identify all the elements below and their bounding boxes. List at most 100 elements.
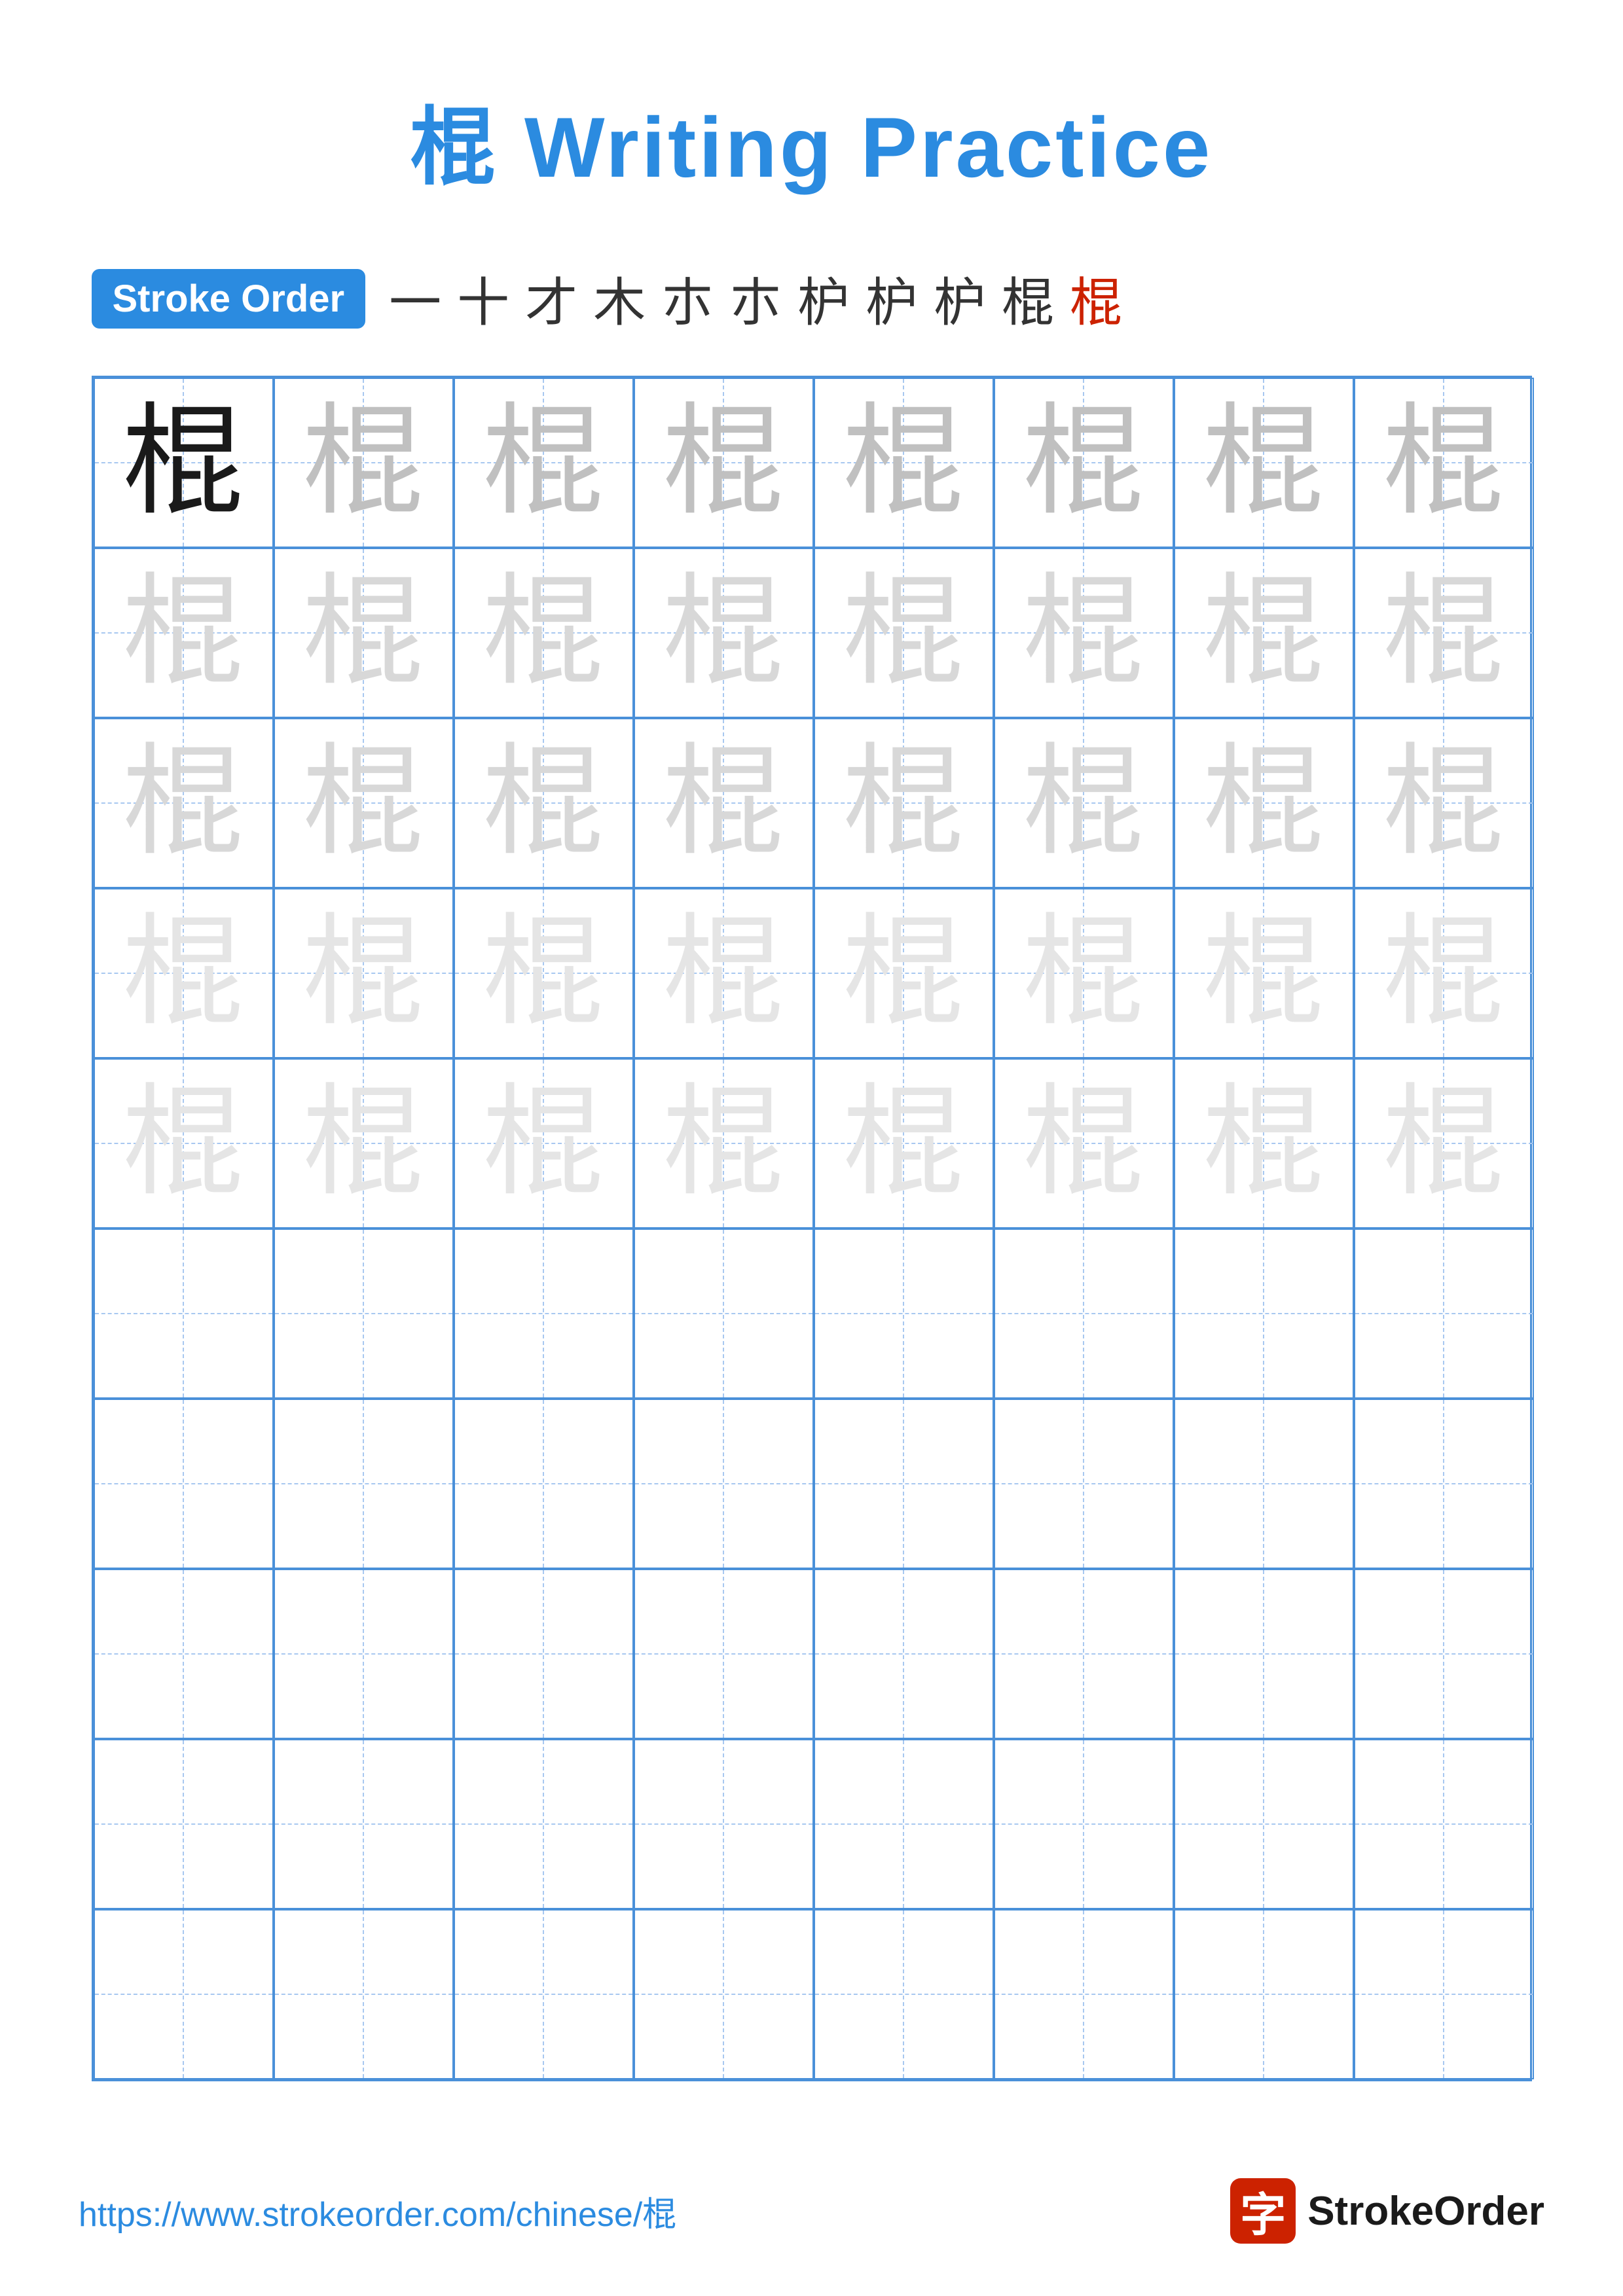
grid-cell-9-6[interactable] <box>1174 1909 1354 2079</box>
grid-cell-8-3[interactable] <box>634 1739 814 1909</box>
grid-cell-8-7[interactable] <box>1354 1739 1534 1909</box>
grid-cell-8-2[interactable] <box>454 1739 634 1909</box>
grid-row-7 <box>94 1569 1530 1739</box>
grid-cell-9-4[interactable] <box>814 1909 994 2079</box>
grid-cell-1-0[interactable]: 棍 <box>94 548 274 718</box>
cell-char-2-4: 棍 <box>843 743 964 864</box>
grid-cell-1-2[interactable]: 棍 <box>454 548 634 718</box>
cell-char-4-2: 棍 <box>483 1083 604 1204</box>
grid-cell-6-6[interactable] <box>1174 1399 1354 1569</box>
grid-cell-2-1[interactable]: 棍 <box>274 718 454 888</box>
grid-cell-4-7[interactable]: 棍 <box>1354 1058 1534 1229</box>
grid-cell-2-4[interactable]: 棍 <box>814 718 994 888</box>
grid-cell-7-6[interactable] <box>1174 1569 1354 1739</box>
grid-cell-1-6[interactable]: 棍 <box>1174 548 1354 718</box>
grid-cell-6-5[interactable] <box>994 1399 1174 1569</box>
grid-cell-8-4[interactable] <box>814 1739 994 1909</box>
grid-cell-2-2[interactable]: 棍 <box>454 718 634 888</box>
grid-cell-5-7[interactable] <box>1354 1229 1534 1399</box>
grid-cell-4-3[interactable]: 棍 <box>634 1058 814 1229</box>
grid-row-2: 棍棍棍棍棍棍棍棍 <box>94 718 1530 888</box>
grid-cell-6-7[interactable] <box>1354 1399 1534 1569</box>
grid-cell-2-5[interactable]: 棍 <box>994 718 1174 888</box>
grid-cell-1-5[interactable]: 棍 <box>994 548 1174 718</box>
grid-cell-8-6[interactable] <box>1174 1739 1354 1909</box>
grid-cell-0-1[interactable]: 棍 <box>274 378 454 548</box>
grid-cell-7-7[interactable] <box>1354 1569 1534 1739</box>
grid-cell-0-7[interactable]: 棍 <box>1354 378 1534 548</box>
cell-char-0-6: 棍 <box>1203 403 1324 524</box>
grid-cell-5-3[interactable] <box>634 1229 814 1399</box>
grid-cell-8-1[interactable] <box>274 1739 454 1909</box>
grid-cell-2-6[interactable]: 棍 <box>1174 718 1354 888</box>
grid-cell-0-3[interactable]: 棍 <box>634 378 814 548</box>
grid-cell-7-2[interactable] <box>454 1569 634 1739</box>
grid-cell-7-1[interactable] <box>274 1569 454 1739</box>
grid-cell-4-2[interactable]: 棍 <box>454 1058 634 1229</box>
grid-cell-7-3[interactable] <box>634 1569 814 1739</box>
grid-cell-0-4[interactable]: 棍 <box>814 378 994 548</box>
grid-cell-3-2[interactable]: 棍 <box>454 888 634 1058</box>
grid-cell-2-7[interactable]: 棍 <box>1354 718 1534 888</box>
grid-cell-1-3[interactable]: 棍 <box>634 548 814 718</box>
grid-cell-9-7[interactable] <box>1354 1909 1534 2079</box>
grid-cell-3-6[interactable]: 棍 <box>1174 888 1354 1058</box>
grid-cell-4-5[interactable]: 棍 <box>994 1058 1174 1229</box>
stroke-step-4: 朩 <box>661 260 714 336</box>
grid-cell-5-0[interactable] <box>94 1229 274 1399</box>
grid-cell-6-4[interactable] <box>814 1399 994 1569</box>
grid-cell-3-4[interactable]: 棍 <box>814 888 994 1058</box>
cell-char-3-1: 棍 <box>303 913 424 1034</box>
grid-cell-0-2[interactable]: 棍 <box>454 378 634 548</box>
grid-cell-6-3[interactable] <box>634 1399 814 1569</box>
grid-cell-0-6[interactable]: 棍 <box>1174 378 1354 548</box>
cell-char-1-2: 棍 <box>483 573 604 694</box>
grid-row-9 <box>94 1909 1530 2079</box>
grid-cell-9-1[interactable] <box>274 1909 454 2079</box>
footer-url[interactable]: https://www.strokeorder.com/chinese/棍 <box>79 2187 676 2236</box>
grid-cell-8-5[interactable] <box>994 1739 1174 1909</box>
grid-cell-8-0[interactable] <box>94 1739 274 1909</box>
grid-cell-9-0[interactable] <box>94 1909 274 2079</box>
cell-char-2-6: 棍 <box>1203 743 1324 864</box>
grid-cell-9-5[interactable] <box>994 1909 1174 2079</box>
grid-row-0: 棍棍棍棍棍棍棍棍 <box>94 378 1530 548</box>
grid-cell-5-2[interactable] <box>454 1229 634 1399</box>
grid-cell-4-4[interactable]: 棍 <box>814 1058 994 1229</box>
brand-icon: 字 <box>1230 2178 1296 2244</box>
grid-cell-4-6[interactable]: 棍 <box>1174 1058 1354 1229</box>
grid-cell-3-7[interactable]: 棍 <box>1354 888 1534 1058</box>
cell-char-0-4: 棍 <box>843 403 964 524</box>
grid-cell-3-0[interactable]: 棍 <box>94 888 274 1058</box>
grid-cell-1-7[interactable]: 棍 <box>1354 548 1534 718</box>
grid-cell-5-1[interactable] <box>274 1229 454 1399</box>
grid-cell-1-4[interactable]: 棍 <box>814 548 994 718</box>
grid-cell-4-1[interactable]: 棍 <box>274 1058 454 1229</box>
cell-char-4-0: 棍 <box>123 1083 244 1204</box>
grid-cell-1-1[interactable]: 棍 <box>274 548 454 718</box>
cell-char-1-6: 棍 <box>1203 573 1324 694</box>
grid-cell-6-0[interactable] <box>94 1399 274 1569</box>
grid-cell-7-4[interactable] <box>814 1569 994 1739</box>
grid-cell-9-3[interactable] <box>634 1909 814 2079</box>
grid-cell-0-0[interactable]: 棍 <box>94 378 274 548</box>
grid-cell-5-5[interactable] <box>994 1229 1174 1399</box>
grid-cell-3-3[interactable]: 棍 <box>634 888 814 1058</box>
stroke-sequence: 一十才木朩朩枦枦枦棍棍 <box>389 260 1122 336</box>
stroke-step-3: 木 <box>593 260 646 336</box>
grid-cell-0-5[interactable]: 棍 <box>994 378 1174 548</box>
grid-cell-5-4[interactable] <box>814 1229 994 1399</box>
grid-cell-5-6[interactable] <box>1174 1229 1354 1399</box>
grid-cell-7-5[interactable] <box>994 1569 1174 1739</box>
cell-char-3-6: 棍 <box>1203 913 1324 1034</box>
grid-cell-2-3[interactable]: 棍 <box>634 718 814 888</box>
grid-cell-3-1[interactable]: 棍 <box>274 888 454 1058</box>
grid-cell-4-0[interactable]: 棍 <box>94 1058 274 1229</box>
cell-char-0-2: 棍 <box>483 403 604 524</box>
grid-cell-9-2[interactable] <box>454 1909 634 2079</box>
grid-cell-2-0[interactable]: 棍 <box>94 718 274 888</box>
grid-cell-3-5[interactable]: 棍 <box>994 888 1174 1058</box>
grid-cell-6-2[interactable] <box>454 1399 634 1569</box>
grid-cell-6-1[interactable] <box>274 1399 454 1569</box>
grid-cell-7-0[interactable] <box>94 1569 274 1739</box>
